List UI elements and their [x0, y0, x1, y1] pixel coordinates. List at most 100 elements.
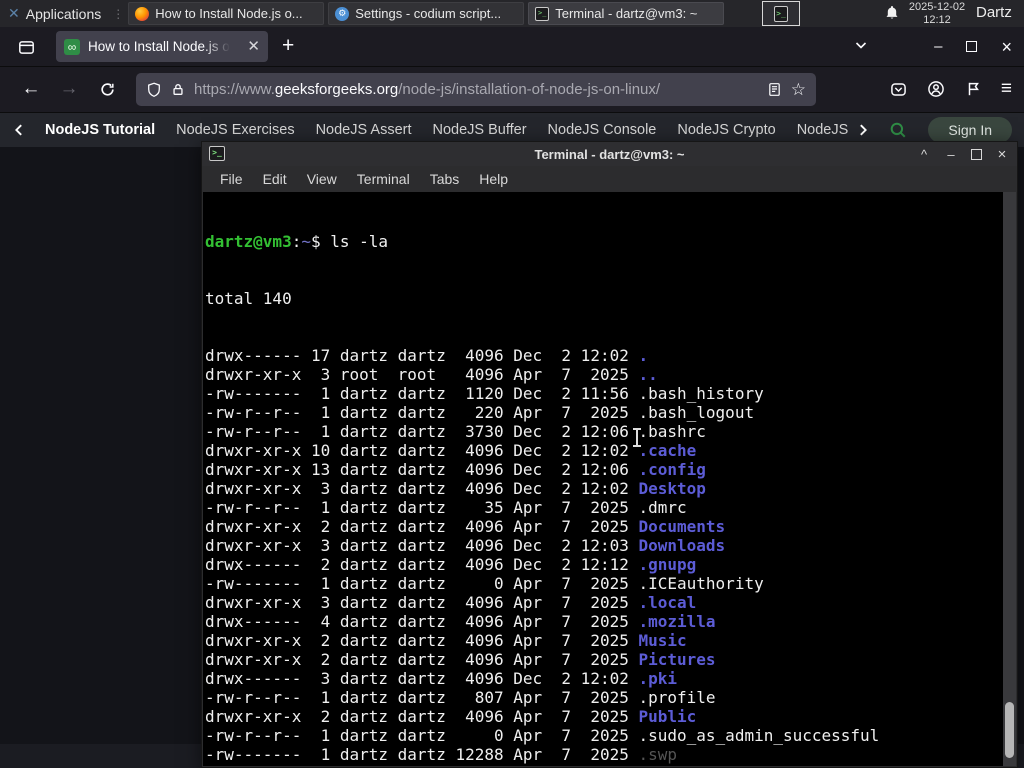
terminal-line: drwxr-xr-x 2 dartz dartz 4096 Apr 7 2025…: [205, 650, 1016, 669]
clock-date: 2025-12-02: [908, 1, 966, 13]
taskbar-button-firefox[interactable]: How to Install Node.js o...: [128, 2, 325, 25]
directory-name: .gnupg: [638, 555, 697, 574]
url-text: https://www. geeksforgeeks.org/node-js/in…: [194, 81, 758, 98]
site-nav-link[interactable]: NodeJS Crypto: [677, 122, 775, 138]
pocket-save-icon[interactable]: [890, 81, 907, 98]
desktop: ✕ Applications ⋮ How to Install Node.js …: [0, 0, 1024, 768]
prompt-command: $ ls -la: [310, 232, 389, 251]
file-name: .bash_logout: [638, 403, 755, 422]
maximize-icon[interactable]: [971, 148, 982, 160]
terminal-output[interactable]: dartz@vm3:~$ ls -la total 140 drwx------…: [203, 192, 1016, 766]
lock-icon[interactable]: [171, 82, 185, 97]
browser-tab[interactable]: ∞ How to Install Node.js o ✕: [56, 31, 268, 62]
minimize-icon[interactable]: –: [944, 148, 958, 161]
menu-item-file[interactable]: File: [210, 171, 253, 187]
terminal-titlebar[interactable]: >_ Terminal - dartz@vm3: ~ ^ – ×: [202, 142, 1017, 166]
directory-name: Downloads: [638, 536, 726, 555]
file-meta: drwxr-xr-x 2 dartz dartz 4096 Apr 7 2025: [205, 707, 639, 726]
site-nav-link[interactable]: NodeJS Buffer: [433, 122, 527, 138]
file-meta: drwxr-xr-x 3 dartz dartz 4096 Dec 2 12:0…: [205, 536, 639, 555]
terminal-line: -rw-r--r-- 1 dartz dartz 0 Apr 7 2025 .s…: [205, 726, 1016, 745]
bookmark-star-icon[interactable]: ☆: [791, 81, 806, 98]
site-nav-link[interactable]: NodeJS DNS: [797, 122, 852, 138]
site-nav-link[interactable]: NodeJS Assert: [316, 122, 412, 138]
terminal-line: drwxr-xr-x 2 dartz dartz 4096 Apr 7 2025…: [205, 707, 1016, 726]
terminal-scrollbar[interactable]: [1003, 192, 1016, 766]
scrollbar-thumb[interactable]: [1005, 702, 1014, 758]
account-icon[interactable]: [927, 80, 945, 98]
file-name: .sudo_as_admin_successful: [638, 726, 880, 745]
file-meta: drwxr-xr-x 2 dartz dartz 4096 Apr 7 2025: [205, 650, 639, 669]
site-nav-link[interactable]: NodeJS Console: [548, 122, 657, 138]
minimize-icon[interactable]: –: [934, 39, 942, 54]
applications-menu-button[interactable]: ✕ Applications: [0, 0, 109, 27]
reload-icon[interactable]: [92, 74, 122, 104]
prompt-separator: :: [291, 232, 302, 251]
directory-name: Music: [638, 631, 687, 650]
new-tab-button[interactable]: +: [282, 34, 294, 58]
chevron-right-icon[interactable]: [856, 122, 870, 138]
forward-button[interactable]: →: [54, 74, 84, 104]
terminal-line: drwxr-xr-x 3 dartz dartz 4096 Dec 2 12:0…: [205, 536, 1016, 555]
shade-icon[interactable]: ^: [917, 148, 931, 161]
close-icon[interactable]: ×: [995, 147, 1009, 162]
site-nav-links: NodeJS Tutorial NodeJS Exercises NodeJS As…: [45, 122, 851, 138]
terminal-icon: >_: [774, 5, 788, 22]
file-meta: drwxr-xr-x 2 dartz dartz 4096 Apr 7 2025: [205, 517, 639, 536]
terminal-line: drwxr-xr-x 3 dartz dartz 4096 Apr 7 2025…: [205, 593, 1016, 612]
top-panel: ✕ Applications ⋮ How to Install Node.js …: [0, 0, 1024, 27]
terminal-menubar: File Edit View Terminal Tabs Help: [202, 166, 1017, 192]
file-name: .bash_history: [638, 384, 764, 403]
site-nav-link[interactable]: NodeJS Tutorial: [45, 122, 155, 138]
terminal-prompt-line: dartz@vm3:~$ ls -la: [205, 232, 1016, 251]
applications-label: Applications: [25, 5, 102, 22]
clock-time: 12:12: [923, 13, 951, 26]
site-nav-link[interactable]: NodeJS Exercises: [176, 122, 294, 138]
menu-item-view[interactable]: View: [297, 171, 347, 187]
menu-item-edit[interactable]: Edit: [253, 171, 297, 187]
menu-item-tabs[interactable]: Tabs: [420, 171, 470, 187]
list-all-tabs-chevron-icon[interactable]: [853, 37, 869, 53]
directory-name: Pictures: [638, 650, 716, 669]
notification-bell-icon[interactable]: [884, 5, 900, 21]
taskbar-label: Terminal - dartz@vm3: ~: [555, 6, 698, 21]
firefox-view-icon[interactable]: [12, 33, 40, 61]
user-menu[interactable]: Dartz: [976, 4, 1012, 21]
file-meta: -rw-r--r-- 1 dartz dartz 220 Apr 7 2025: [205, 403, 639, 422]
file-meta: drwx------ 17 dartz dartz 4096 Dec 2 12:…: [205, 346, 639, 365]
url-path: /node-js/installation-of-node-js-on-linu…: [398, 81, 661, 98]
search-icon[interactable]: [889, 121, 907, 139]
menu-item-terminal[interactable]: Terminal: [347, 171, 420, 187]
taskbar-button-codium[interactable]: ⚙ Settings - codium script...: [328, 2, 525, 25]
geeksforgeeks-favicon: ∞: [64, 38, 80, 55]
reader-view-icon[interactable]: [767, 82, 782, 97]
directory-name: .config: [638, 460, 706, 479]
close-icon[interactable]: ×: [1001, 38, 1012, 56]
file-meta: drwxr-xr-x 3 dartz dartz 4096 Dec 2 12:0…: [205, 479, 639, 498]
menu-item-help[interactable]: Help: [469, 171, 518, 187]
chevron-left-icon[interactable]: [12, 122, 26, 138]
directory-name: Documents: [638, 517, 726, 536]
sign-in-button[interactable]: Sign In: [928, 117, 1012, 143]
tab-close-icon[interactable]: ✕: [247, 39, 260, 54]
panel-clock[interactable]: 2025-12-02 12:12: [906, 1, 968, 26]
menu-hamburger-icon[interactable]: ≡: [1001, 78, 1012, 100]
terminal-line: drwxr-xr-x 10 dartz dartz 4096 Dec 2 12:…: [205, 441, 1016, 460]
taskbar-label: Settings - codium script...: [355, 6, 502, 21]
directory-name: .local: [638, 593, 697, 612]
extensions-icon[interactable]: [965, 81, 981, 97]
shield-icon[interactable]: [146, 82, 162, 98]
taskbar-button-terminal[interactable]: >_ Terminal - dartz@vm3: ~: [528, 2, 725, 25]
url-bar[interactable]: https://www. geeksforgeeks.org/node-js/in…: [136, 73, 816, 106]
codium-icon: ⚙: [335, 6, 350, 21]
file-name: .ICEauthority: [638, 574, 764, 593]
directory-name: .pki: [638, 669, 678, 688]
terminal-launcher-button[interactable]: >_: [762, 1, 800, 26]
file-meta: drwxr-xr-x 2 dartz dartz 4096 Apr 7 2025: [205, 764, 638, 766]
back-button[interactable]: ←: [16, 74, 46, 104]
taskbar-label: How to Install Node.js o...: [155, 6, 303, 21]
terminal-line: -rw-r--r-- 1 dartz dartz 3730 Dec 2 12:0…: [205, 422, 1016, 441]
browser-window-controls: – ×: [934, 27, 1012, 66]
terminal-line: -rw-r--r-- 1 dartz dartz 35 Apr 7 2025 .…: [205, 498, 1016, 517]
maximize-icon[interactable]: [966, 41, 978, 52]
